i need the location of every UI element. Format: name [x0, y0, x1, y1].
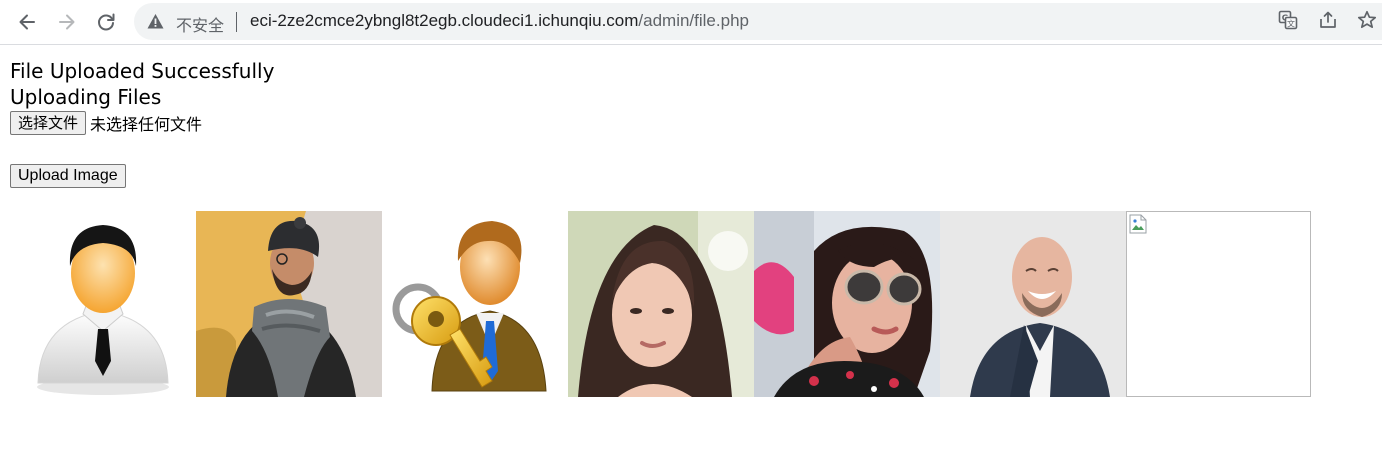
file-input[interactable]: 选择文件 未选择任何文件 — [10, 110, 274, 136]
broken-image-placeholder — [1126, 211, 1311, 397]
page-content: File Uploaded Successfully Uploading Fil… — [10, 58, 274, 188]
image-gallery — [10, 211, 1311, 397]
woman-portrait-photo — [568, 211, 754, 397]
arrow-right-icon — [59, 14, 75, 30]
url-path: /admin/file.php — [638, 11, 749, 30]
warning-icon — [147, 14, 164, 29]
translate-icon[interactable]: G 文 — [1278, 10, 1298, 30]
choose-file-button[interactable]: 选择文件 — [10, 111, 87, 135]
arrow-left-icon — [19, 14, 35, 30]
no-file-label: 未选择任何文件 — [90, 115, 203, 134]
star-bookmark-icon[interactable] — [1357, 10, 1377, 30]
user-key-icon — [392, 221, 547, 392]
upload-image-button[interactable]: Upload Image — [10, 164, 126, 188]
forward-button[interactable] — [51, 6, 83, 38]
bald-man-laughing-photo — [940, 211, 1126, 397]
reload-button[interactable] — [90, 6, 122, 38]
woman-sunglasses-photo — [754, 211, 940, 397]
share-icon[interactable] — [1318, 10, 1338, 30]
broken-image-icon — [1129, 214, 1147, 234]
man-with-scarf-photo — [196, 211, 382, 397]
back-button[interactable] — [11, 6, 43, 38]
svg-text:文: 文 — [1287, 19, 1295, 29]
address-bar[interactable]: 不安全 eci-2ze2cmce2ybngl8t2egb.cloudeci1.i… — [134, 3, 1382, 40]
page-heading: Uploading Files — [10, 85, 162, 109]
browser-toolbar: 不安全 eci-2ze2cmce2ybngl8t2egb.cloudeci1.i… — [0, 0, 1382, 45]
businessman-avatar-icon — [37, 225, 169, 395]
divider — [236, 12, 237, 32]
security-status[interactable]: 不安全 — [176, 12, 224, 36]
status-message: File Uploaded Successfully — [10, 59, 275, 83]
reload-icon — [98, 13, 115, 31]
url-text[interactable]: eci-2ze2cmce2ybngl8t2egb.cloudeci1.ichun… — [250, 11, 749, 31]
url-host: eci-2ze2cmce2ybngl8t2egb.cloudeci1.ichun… — [250, 11, 639, 30]
